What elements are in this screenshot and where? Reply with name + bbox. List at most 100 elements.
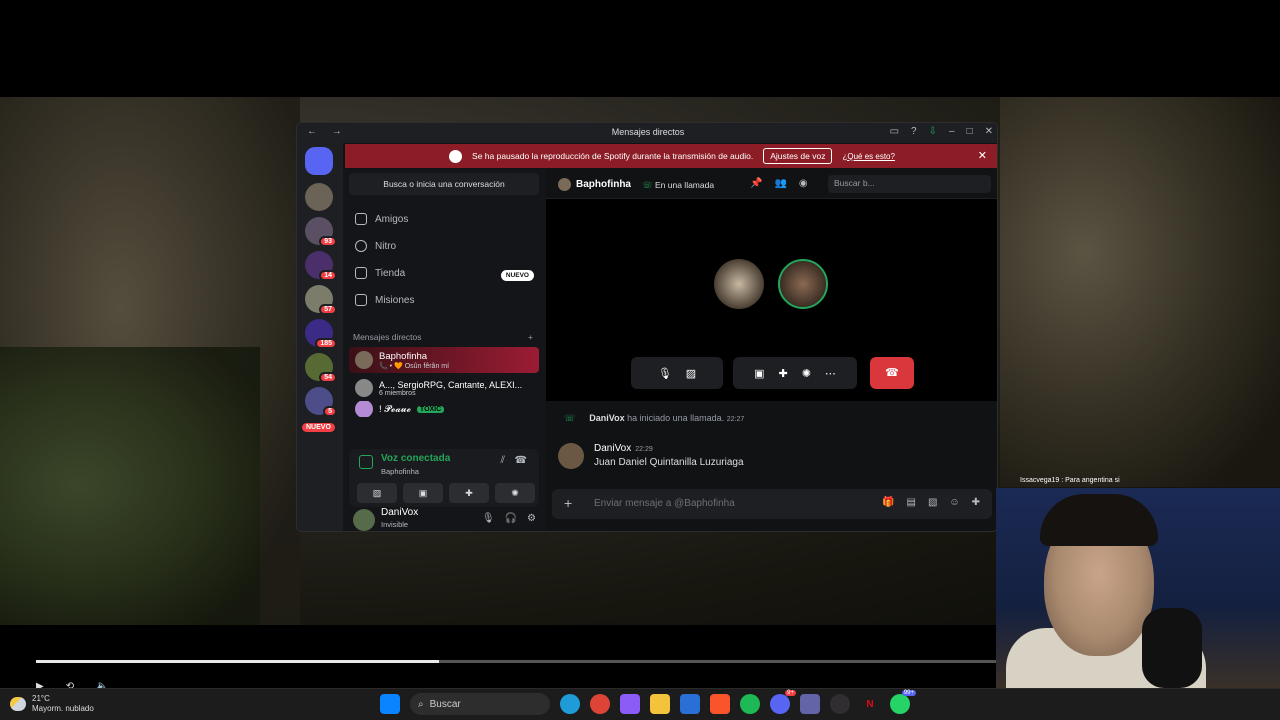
download-icon[interactable]: ⇩	[929, 126, 937, 137]
server-badge: 57	[319, 304, 337, 315]
call-mic-icon[interactable]: 🎙	[658, 367, 672, 380]
whats-this-link[interactable]: ¿Qué es esto?	[842, 152, 894, 161]
rock-right	[1000, 97, 1280, 487]
maximize-icon[interactable]: □	[967, 126, 973, 137]
nav-nitro[interactable]: Nitro	[355, 240, 396, 252]
nav-friends[interactable]: Amigos	[355, 213, 408, 225]
dm-search-button[interactable]: Busca o inicia una conversación	[349, 173, 539, 195]
disconnect-icon[interactable]: ☎	[515, 455, 527, 466]
server-avatar-1[interactable]	[305, 183, 333, 211]
chat-main: Baphofinha ☏ En una llamada 📌 👥 ◉ Buscar…	[546, 169, 997, 531]
chat-search-input[interactable]: Buscar b...	[828, 175, 991, 193]
dm-item-tag: TOXIC	[416, 405, 445, 413]
windows-start-icon[interactable]	[380, 694, 400, 714]
noise-icon[interactable]: ⫽	[501, 455, 505, 466]
spotify-notice: Se ha pausado la reproducción de Spotify…	[345, 144, 997, 168]
dm-item-sub: 📞 • 🧡 Osûn fêrân mí	[379, 362, 450, 370]
voice-channel[interactable]: Baphofinha	[381, 467, 419, 476]
activities-button[interactable]: ✚	[449, 483, 489, 503]
nav-quests[interactable]: Misiones	[355, 294, 414, 306]
headphones-icon[interactable]: 🎧	[505, 513, 517, 524]
settings-icon[interactable]: ⚙	[527, 513, 536, 524]
call-soundboard-icon[interactable]: ✺	[802, 367, 811, 380]
gift-icon[interactable]: 🎁	[882, 497, 894, 508]
brave-icon[interactable]	[710, 694, 730, 714]
soundboard-button[interactable]: ✺	[495, 483, 535, 503]
server-avatar-2[interactable]: 93	[305, 217, 337, 247]
help-icon[interactable]: ?	[911, 126, 917, 137]
copilot-icon[interactable]	[620, 694, 640, 714]
weather-desc: Mayorm. nublado	[32, 704, 94, 713]
microphone-icon[interactable]: 🎙	[482, 513, 495, 524]
server-avatar-3[interactable]: 14	[305, 251, 337, 281]
system-message: ☏ DaniVox ha iniciado una llamada. 22:27	[564, 413, 744, 424]
attach-icon[interactable]: +	[564, 495, 572, 511]
profile-icon[interactable]: ◉	[799, 178, 808, 189]
discord-home-icon[interactable]	[305, 147, 333, 175]
camera-button[interactable]: ▨	[357, 483, 397, 503]
hang-up-button[interactable]: ☎	[870, 357, 914, 389]
teams-icon[interactable]	[800, 694, 820, 714]
nav-store[interactable]: Tienda	[355, 267, 405, 279]
call-more-icon[interactable]: ⋯	[825, 367, 836, 380]
call-camera-icon[interactable]: ▨	[686, 367, 696, 380]
activity-controls: ▣ ✚ ✺ ⋯	[733, 357, 857, 389]
netflix-icon[interactable]: N	[860, 694, 880, 714]
discord-icon[interactable]: 9+	[770, 690, 796, 714]
taskbar-search[interactable]: ⌕ Buscar	[410, 693, 550, 715]
spotify-icon[interactable]	[740, 694, 760, 714]
server-avatar-7[interactable]: 5	[305, 387, 337, 417]
chrome-icon[interactable]	[590, 694, 610, 714]
server-avatar-6[interactable]: 54	[305, 353, 337, 383]
phone-icon: ☏	[642, 180, 655, 190]
avatar[interactable]	[353, 509, 375, 531]
chat-title: Baphofinha	[576, 179, 631, 190]
avatar	[558, 178, 571, 191]
dm-item-baphofinha[interactable]: Baphofinha 📞 • 🧡 Osûn fêrân mí	[349, 347, 539, 373]
dm-item-peque[interactable]: ! 𝓟𝓮𝓪𝓾𝓮 TOXIC	[349, 401, 539, 417]
dm-item-group[interactable]: A..., SergioRPG, Cantante, ALEXI... 6 mi…	[349, 375, 539, 401]
edge-icon[interactable]	[560, 694, 580, 714]
inbox-icon[interactable]: ▭	[890, 126, 899, 137]
whatsapp-icon[interactable]: 99+	[890, 690, 916, 714]
call-activities-icon[interactable]: ✚	[778, 367, 787, 380]
pin-icon[interactable]: 📌	[750, 178, 762, 189]
call-avatar-danivox[interactable]	[778, 259, 828, 309]
moss	[0, 347, 260, 625]
emoji-icon[interactable]: ☺	[949, 497, 959, 508]
voice-status: Voz conectada	[381, 453, 451, 464]
add-dm-icon[interactable]: +	[528, 332, 533, 342]
file-explorer-icon[interactable]	[650, 694, 670, 714]
gif-icon[interactable]: ▤	[906, 497, 915, 508]
stream-chat-overlay: Issacvega19 : Para angentina si	[1020, 477, 1120, 484]
new-server-badge[interactable]: NUEVO	[302, 423, 335, 432]
call-area: 🎙 ▨ ▣ ✚ ✺ ⋯ ☎	[546, 199, 997, 401]
signal-icon[interactable]	[359, 455, 373, 469]
call-avatar-baphofinha[interactable]	[714, 259, 764, 309]
apps-icon[interactable]: ✚	[972, 497, 980, 508]
server-avatar-4[interactable]: 57	[305, 285, 337, 315]
voice-settings-button[interactable]: Ajustes de voz	[763, 148, 833, 164]
minimize-icon[interactable]: –	[949, 126, 955, 137]
username: DaniVox	[381, 507, 419, 518]
avatar[interactable]	[558, 443, 584, 469]
user-panel: DaniVox Invisible 🎙 🎧 ⚙	[343, 507, 546, 531]
sticker-icon[interactable]: ▧	[928, 497, 937, 508]
screen-share-button[interactable]: ▣	[403, 483, 443, 503]
nav-nitro-label: Nitro	[375, 240, 397, 252]
weather-text: 21°C Mayorm. nublado	[32, 694, 94, 714]
weather-widget[interactable]: 21°C Mayorm. nublado	[10, 694, 94, 714]
obs-icon[interactable]	[830, 694, 850, 714]
call-status: ☏ En una llamada	[642, 180, 714, 191]
message-input[interactable]: Enviar mensaje a @Baphofinha	[594, 498, 735, 509]
store-icon[interactable]	[680, 694, 700, 714]
add-friends-icon[interactable]: 👥	[774, 178, 786, 189]
close-notice-icon[interactable]: ✕	[978, 149, 987, 162]
composer-icons: 🎁 ▤ ▧ ☺ ✚	[882, 497, 980, 508]
user-controls: 🎙 🎧 ⚙	[482, 513, 536, 524]
header-icons: 📌 👥 ◉	[750, 178, 808, 189]
call-screen-share-icon[interactable]: ▣	[754, 367, 764, 380]
close-icon[interactable]: ✕	[985, 126, 993, 137]
server-avatar-5[interactable]: 185	[305, 319, 337, 349]
video-progress-bar[interactable]	[36, 660, 996, 663]
